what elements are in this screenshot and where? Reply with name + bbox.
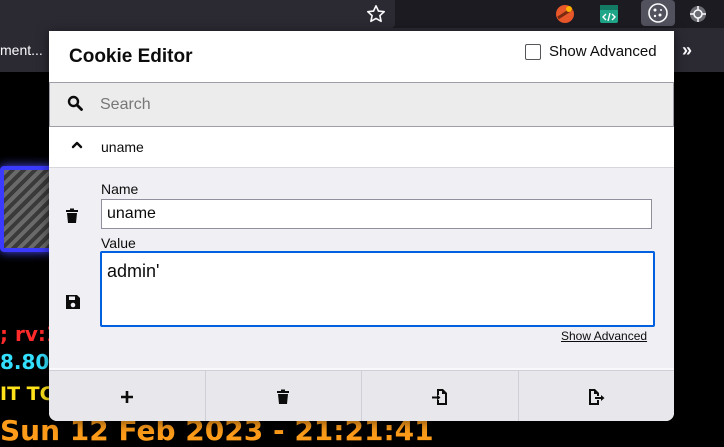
add-cookie-button[interactable] (49, 371, 206, 421)
fox-extension-icon[interactable] (553, 2, 577, 26)
bookmark-item[interactable]: ment... (0, 42, 43, 58)
footer-toolbar (49, 370, 674, 421)
chevron-up-icon[interactable] (71, 140, 83, 150)
page-text-yellow: IT TC (0, 383, 54, 405)
browser-toolbar (0, 0, 724, 28)
cookie-editor-popup: Cookie Editor Show Advanced uname Name V… (49, 31, 674, 421)
cookie-item-header[interactable]: uname (49, 127, 674, 168)
popup-title: Cookie Editor (69, 46, 193, 67)
bookmarks-overflow-chevron-icon[interactable]: » (682, 40, 692, 61)
export-icon (587, 388, 605, 406)
export-button[interactable] (519, 371, 675, 421)
delete-cookie-trash-icon[interactable] (65, 208, 79, 224)
show-advanced-label[interactable]: Show Advanced (549, 43, 657, 60)
search-input[interactable] (98, 89, 662, 121)
code-extension-icon[interactable] (597, 2, 621, 26)
cookie-header-name: uname (101, 139, 144, 155)
address-bar-end[interactable] (0, 0, 395, 28)
extensions-icon[interactable] (686, 2, 710, 26)
name-label: Name (101, 181, 139, 197)
star-icon[interactable] (364, 2, 388, 26)
save-cookie-floppy-icon[interactable] (65, 294, 81, 310)
search-bar (49, 82, 674, 127)
popup-header: Cookie Editor Show Advanced (49, 31, 674, 83)
cookie-details: Name Value admin' Show Advanced (49, 168, 674, 368)
add-icon (120, 390, 134, 404)
delete-all-icon (276, 389, 290, 405)
delete-all-button[interactable] (206, 371, 362, 421)
value-label: Value (101, 235, 136, 251)
show-advanced-link[interactable]: Show Advanced (561, 329, 647, 343)
search-icon (67, 95, 83, 111)
cookie-name-input[interactable] (101, 199, 652, 229)
import-button[interactable] (362, 371, 519, 421)
show-advanced-checkbox[interactable] (525, 44, 541, 60)
import-icon (431, 388, 449, 406)
cookie-extension-icon[interactable] (641, 0, 675, 26)
cookie-value-textarea[interactable]: admin' (100, 251, 655, 327)
